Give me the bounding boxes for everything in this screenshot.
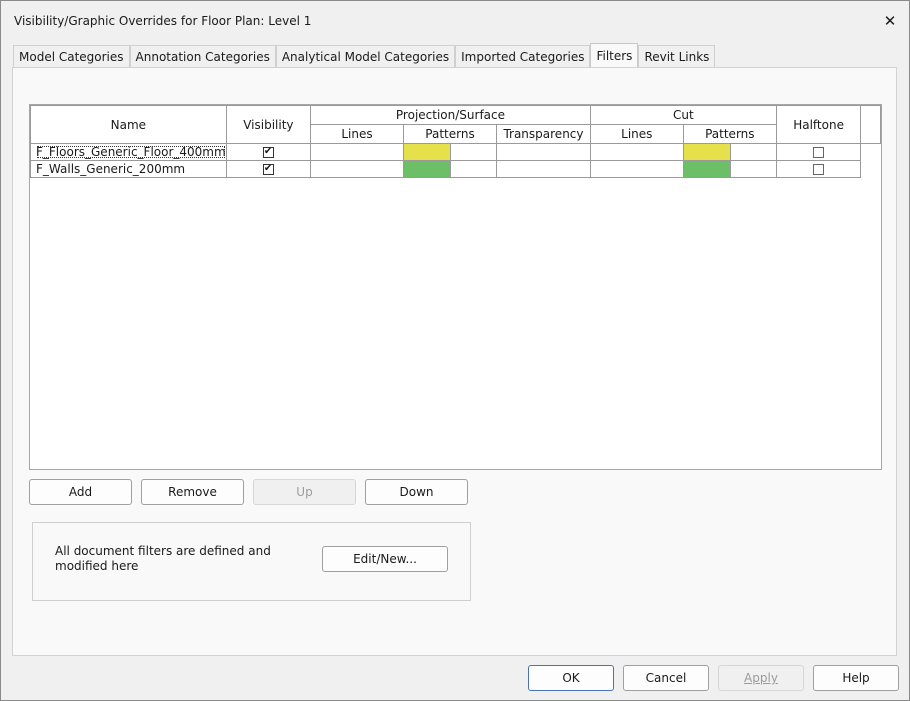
tab-annotation-categories[interactable]: Annotation Categories xyxy=(129,45,276,68)
filter-info-line1: All document filters are defined and xyxy=(55,544,271,558)
tab-analytical-model-categories[interactable]: Analytical Model Categories xyxy=(275,45,456,68)
visibility-cell[interactable] xyxy=(225,160,312,178)
up-button[interactable]: Up xyxy=(253,479,356,505)
halftone-checkbox[interactable] xyxy=(813,163,825,175)
filter-definition-group: All document filters are defined and mod… xyxy=(32,522,471,601)
visibility-checkbox[interactable] xyxy=(262,146,274,158)
filters-grid: Name Visibility Projection/Surface Cut H… xyxy=(29,104,882,470)
tab-model-categories[interactable]: Model Categories xyxy=(13,45,130,68)
cut-pattern-swatch xyxy=(684,161,731,177)
filter-name: F_Walls_Generic_200mm xyxy=(36,162,186,176)
projection-patterns-cell[interactable] xyxy=(402,160,498,178)
filter-name: F_Floors_Generic_Floor_400mm xyxy=(36,145,226,159)
projection-pattern-swatch xyxy=(404,144,451,160)
visibility-cell[interactable] xyxy=(225,143,312,161)
tab-revit-links[interactable]: Revit Links xyxy=(638,45,716,68)
visibility-graphics-dialog: Visibility/Graphic Overrides for Floor P… xyxy=(0,0,910,701)
header-cut: Cut xyxy=(589,105,777,125)
header-projection-transparency[interactable]: Transparency xyxy=(496,124,591,144)
header-projection-surface: Projection/Surface xyxy=(310,105,591,125)
remove-button[interactable]: Remove xyxy=(141,479,244,505)
filter-name-cell[interactable]: F_Floors_Generic_Floor_400mm xyxy=(30,143,227,161)
projection-lines-cell[interactable] xyxy=(310,160,404,178)
projection-lines-cell[interactable] xyxy=(310,143,404,161)
header-cut-patterns[interactable]: Patterns xyxy=(682,124,777,144)
table-row[interactable]: F_Walls_Generic_200mm xyxy=(30,160,881,178)
help-button[interactable]: Help xyxy=(813,665,899,691)
header-name[interactable]: Name xyxy=(30,105,227,144)
tab-filters[interactable]: Filters xyxy=(590,43,639,68)
cut-patterns-cell[interactable] xyxy=(682,143,777,161)
header-projection-patterns[interactable]: Patterns xyxy=(402,124,498,144)
projection-pattern-swatch xyxy=(404,161,451,177)
cut-lines-cell[interactable] xyxy=(589,143,684,161)
halftone-checkbox[interactable] xyxy=(813,146,825,158)
projection-transparency-cell[interactable] xyxy=(496,160,591,178)
header-halftone[interactable]: Halftone xyxy=(775,105,862,144)
title-bar: Visibility/Graphic Overrides for Floor P… xyxy=(1,1,909,39)
halftone-cell[interactable] xyxy=(775,143,862,161)
filters-table: Name Visibility Projection/Surface Cut H… xyxy=(30,105,881,178)
filter-info-text: All document filters are defined and mod… xyxy=(55,544,285,574)
table-row[interactable]: F_Floors_Generic_Floor_400mm xyxy=(30,143,881,161)
tab-strip: Model Categories Annotation Categories A… xyxy=(13,43,716,68)
edit-new-button[interactable]: Edit/New... xyxy=(322,546,448,572)
filters-tab-panel: Name Visibility Projection/Surface Cut H… xyxy=(12,67,897,656)
cut-lines-cell[interactable] xyxy=(589,160,684,178)
header-cut-lines[interactable]: Lines xyxy=(589,124,684,144)
tab-imported-categories[interactable]: Imported Categories xyxy=(455,45,591,68)
cut-patterns-cell[interactable] xyxy=(682,160,777,178)
cut-pattern-swatch xyxy=(684,144,731,160)
visibility-checkbox[interactable] xyxy=(262,163,274,175)
ok-button[interactable]: OK xyxy=(528,665,614,691)
close-icon[interactable]: ✕ xyxy=(879,10,901,32)
down-button[interactable]: Down xyxy=(365,479,468,505)
halftone-cell[interactable] xyxy=(775,160,862,178)
projection-patterns-cell[interactable] xyxy=(402,143,498,161)
filter-info-line2: modified here xyxy=(55,559,139,573)
add-button[interactable]: Add xyxy=(29,479,132,505)
cancel-button[interactable]: Cancel xyxy=(623,665,709,691)
apply-label: Apply xyxy=(744,671,778,685)
projection-transparency-cell[interactable] xyxy=(496,143,591,161)
apply-button[interactable]: Apply xyxy=(718,665,804,691)
header-visibility[interactable]: Visibility xyxy=(225,105,312,144)
header-projection-lines[interactable]: Lines xyxy=(310,124,404,144)
filter-name-cell[interactable]: F_Walls_Generic_200mm xyxy=(30,160,227,178)
dialog-title: Visibility/Graphic Overrides for Floor P… xyxy=(14,14,312,28)
header-spacer xyxy=(860,105,881,144)
